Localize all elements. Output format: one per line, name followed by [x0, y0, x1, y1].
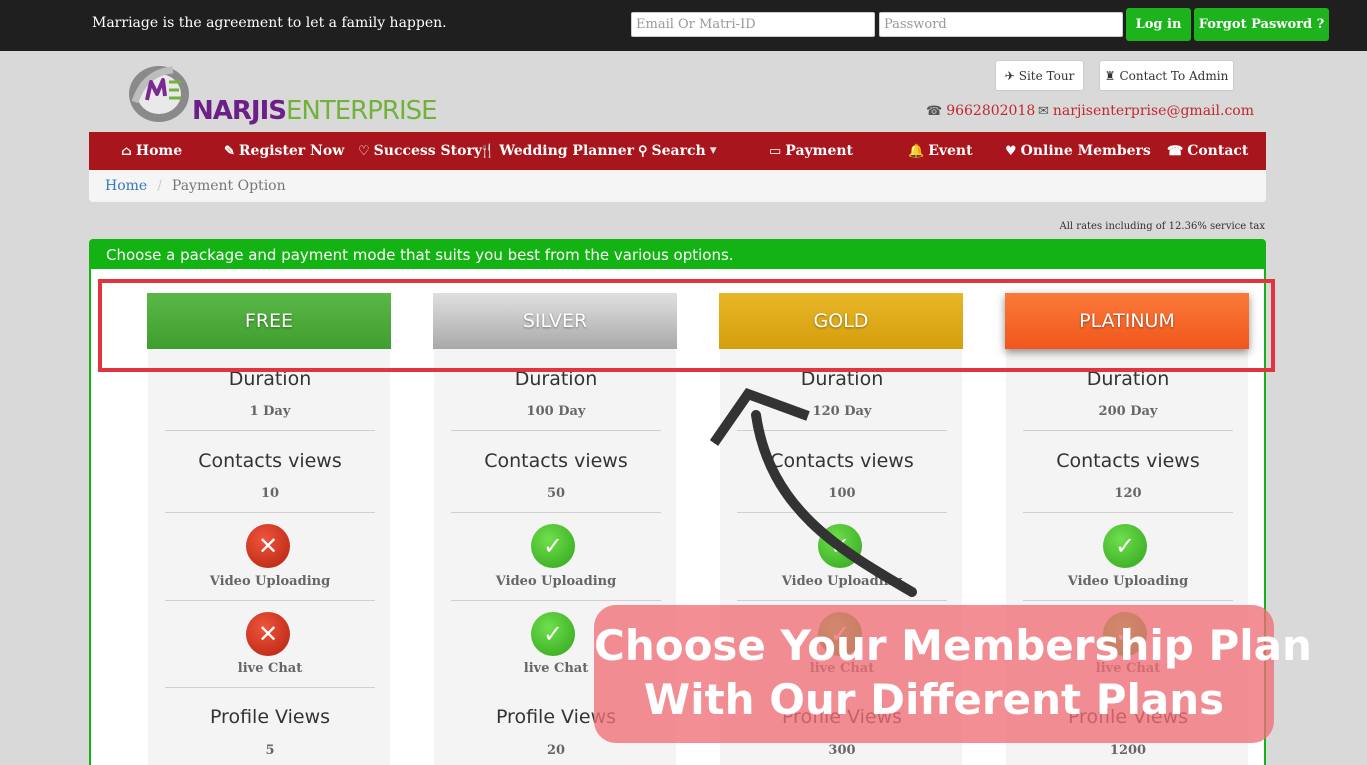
check-icon: ✓: [531, 612, 575, 656]
video-uploading-label: Video Uploading: [209, 574, 331, 589]
contacts-views-value: 50: [546, 486, 566, 501]
nav-item-event[interactable]: 🔔 Event: [908, 132, 973, 170]
divider: [451, 430, 661, 431]
nav-item-home[interactable]: ⌂ Home: [121, 132, 182, 170]
divider: [165, 512, 375, 513]
contacts-views-label: Contacts views: [484, 450, 628, 472]
duration-value: 100 Day: [526, 404, 586, 419]
arrow-icon: [709, 387, 917, 597]
nav-label: Online Members: [1020, 143, 1151, 159]
divider: [165, 600, 375, 601]
promo-callout: Choose Your Membership Plan With Our Dif…: [594, 605, 1312, 743]
envelope-icon: ✉: [1038, 103, 1049, 119]
nav-item-payment[interactable]: ▭ Payment: [769, 132, 853, 170]
nav-item-success-story[interactable]: ♡ Success Story: [358, 132, 482, 170]
live-chat-label: live Chat: [237, 661, 303, 676]
phone-contact: ☎ 9662802018: [926, 103, 1035, 119]
brand-name-part2: ENTERPRISE: [285, 96, 438, 126]
user-icon: ♜: [1104, 68, 1116, 83]
brand-name-part1: NARJIS: [192, 96, 287, 126]
breadcrumb-current: Payment Option: [171, 178, 286, 194]
check-icon: ✓: [531, 524, 575, 568]
tax-note: All rates including of 12.36% service ta…: [1059, 221, 1266, 232]
site-tour-label: Site Tour: [1018, 68, 1075, 83]
nav-label: Contact: [1187, 143, 1249, 159]
check-icon: ✓: [1103, 524, 1147, 568]
brand-name: NARJISENTERPRISE: [192, 96, 438, 126]
divider: [165, 687, 375, 688]
tagline: Marriage is the agreement to let a famil…: [92, 15, 447, 31]
heart-icon: ♡: [358, 143, 370, 159]
nav-label: Register Now: [238, 143, 345, 159]
phone-number: 9662802018: [946, 103, 1036, 119]
breadcrumb-home[interactable]: Home: [105, 178, 147, 194]
profile-views-value: 1200: [1109, 743, 1147, 758]
bell-icon: 🔔: [908, 143, 925, 159]
contacts-views-value: 120: [1114, 486, 1142, 501]
nav-item-online-members[interactable]: ♥ Online Members: [1005, 132, 1151, 170]
divider: [451, 600, 661, 601]
contacts-views-label: Contacts views: [1056, 450, 1200, 472]
nav-label: Wedding Planner: [499, 143, 634, 159]
credit-card-icon: ▭: [769, 143, 782, 159]
plane-icon: ✈: [1004, 68, 1015, 83]
home-icon: ⌂: [121, 143, 132, 159]
email-address[interactable]: narjisenterprise@gmail.com: [1053, 103, 1254, 119]
nav-label: Success Story: [373, 143, 482, 159]
highlight-box: [98, 279, 1275, 372]
contacts-views-value: 10: [260, 486, 280, 501]
divider: [1023, 430, 1233, 431]
forgot-password-button[interactable]: Forgot Pasword ?: [1194, 8, 1329, 41]
profile-views-value: 5: [265, 743, 275, 758]
nav-item-wedding-planner[interactable]: 🍴 Wedding Planner: [479, 132, 634, 170]
phone-icon: ☎: [1167, 143, 1184, 159]
callout-line-1: Choose Your Membership Plan: [594, 621, 1312, 670]
panel-heading: Choose a package and payment mode that s…: [91, 241, 1264, 269]
duration-value: 200 Day: [1098, 404, 1158, 419]
login-button[interactable]: Log in: [1126, 8, 1191, 41]
profile-views-value: 20: [546, 743, 566, 758]
video-uploading-label: Video Uploading: [1067, 574, 1189, 589]
site-tour-button[interactable]: ✈ Site Tour: [995, 60, 1084, 91]
nav-label: Event: [928, 143, 973, 159]
password-input[interactable]: [879, 12, 1123, 37]
contact-admin-button[interactable]: ♜ Contact To Admin: [1099, 60, 1234, 91]
nav-label: Payment: [785, 143, 854, 159]
main-nav: ⌂ Home ✎ Register Now ♡ Success Story 🍴 Wedd…: [89, 132, 1266, 170]
cutlery-icon: 🍴: [479, 143, 496, 159]
caret-down-icon: ▼: [709, 146, 717, 156]
top-bar: Marriage is the agreement to let a famil…: [0, 0, 1367, 51]
video-uploading-label: Video Uploading: [495, 574, 617, 589]
heart-icon: ♥: [1005, 143, 1017, 159]
cross-icon: ✕: [246, 524, 290, 568]
breadcrumb: Home / Payment Option: [89, 170, 1266, 202]
profile-views-label: Profile Views: [209, 706, 331, 728]
divider: [451, 512, 661, 513]
contacts-views-label: Contacts views: [198, 450, 342, 472]
cross-icon: ✕: [246, 612, 290, 656]
nav-label: Search: [651, 143, 706, 159]
search-icon: ⚲: [638, 143, 648, 159]
divider: [1023, 600, 1233, 601]
nav-label: Home: [135, 143, 183, 159]
email-input[interactable]: [631, 12, 875, 37]
nav-item-search[interactable]: ⚲ Search ▼: [638, 132, 717, 170]
callout-line-2: With Our Different Plans: [643, 675, 1225, 724]
duration-value: 1 Day: [249, 404, 291, 419]
nav-item-contact[interactable]: ☎ Contact: [1167, 132, 1248, 170]
email-contact[interactable]: ✉ narjisenterprise@gmail.com: [1038, 103, 1254, 119]
contact-admin-label: Contact To Admin: [1119, 68, 1229, 83]
divider: [165, 430, 375, 431]
divider: [1023, 512, 1233, 513]
phone-icon: ☎: [926, 103, 943, 119]
breadcrumb-separator: /: [157, 178, 162, 194]
nav-item-register[interactable]: ✎ Register Now: [224, 132, 344, 170]
pencil-icon: ✎: [224, 143, 235, 159]
profile-views-value: 300: [828, 743, 856, 758]
